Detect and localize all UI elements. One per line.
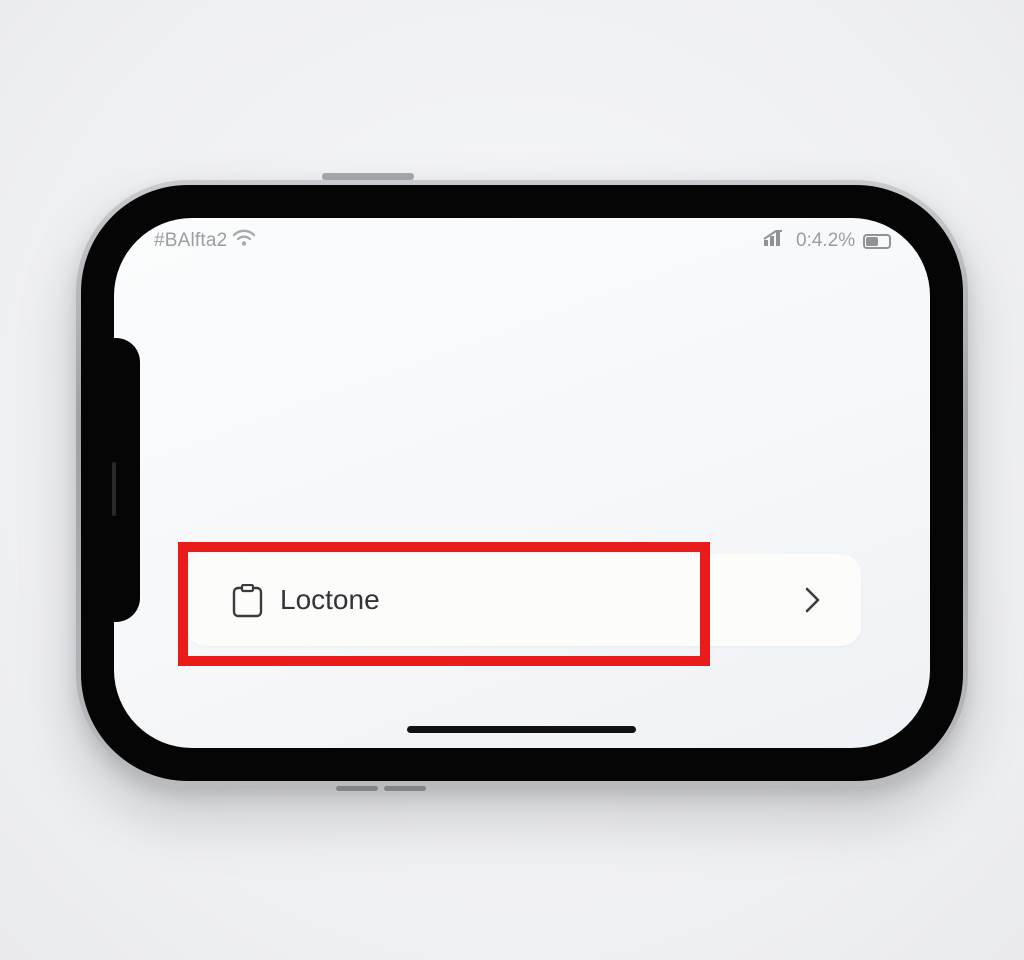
phone-screen <box>114 218 930 748</box>
canvas: #BAlfta2 0:4.2% Loctone <box>0 0 1024 960</box>
side-button <box>384 786 426 791</box>
home-indicator[interactable] <box>407 726 636 733</box>
status-bar-left: #BAlfta2 <box>154 229 256 253</box>
speaker-grille <box>112 462 116 516</box>
list-item[interactable]: Loctone <box>186 554 861 646</box>
volume-button <box>322 173 414 180</box>
status-bar-right: 0:4.2% <box>762 229 892 253</box>
side-button <box>336 786 378 791</box>
battery-level <box>866 236 879 246</box>
wifi-icon <box>233 229 256 253</box>
signal-icon <box>762 229 788 253</box>
carrier-label: #BAlfta2 <box>154 230 228 251</box>
list-item-label: Loctone <box>280 584 380 615</box>
chevron-right-icon <box>803 586 823 614</box>
clipboard-icon <box>232 583 264 618</box>
status-time: 0:4.2% <box>796 230 856 251</box>
battery-icon <box>863 233 892 249</box>
